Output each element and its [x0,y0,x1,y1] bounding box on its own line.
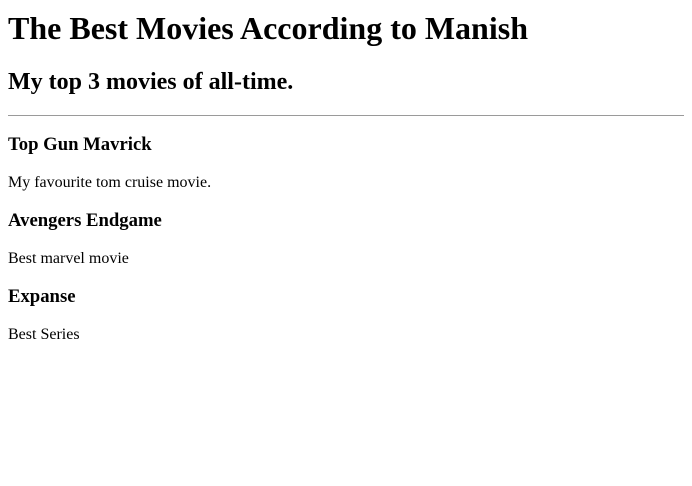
page-subtitle: My top 3 movies of all-time. [8,69,294,95]
divider [8,115,684,116]
page-title: The Best Movies According to Manish [8,10,528,46]
movie-description: Best Series [8,326,80,343]
movie-description: Best marvel movie [8,250,129,267]
movie-description: My favourite tom cruise movie. [8,174,212,191]
movie-title: Avengers Endgame [8,210,162,231]
movie-title: Top Gun Mavrick [8,134,152,155]
movie-title: Expanse [8,286,76,307]
